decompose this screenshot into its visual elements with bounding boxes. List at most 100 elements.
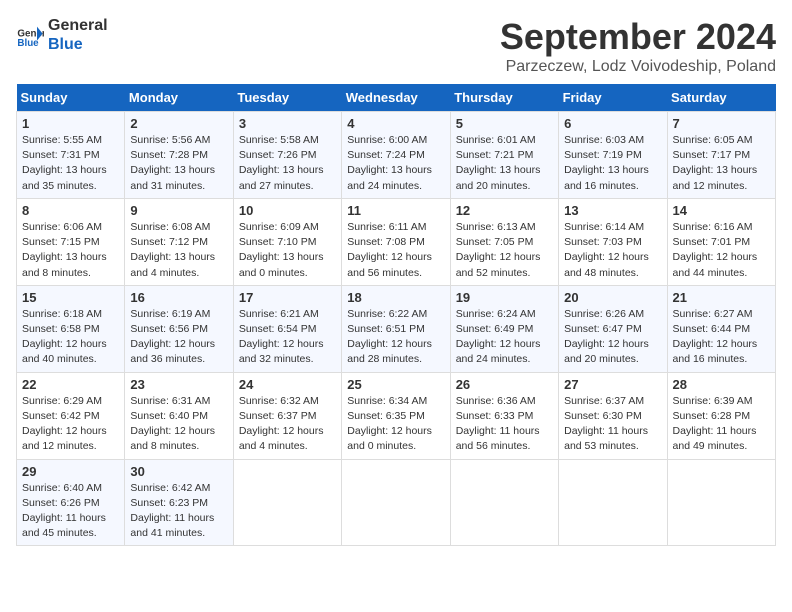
calendar-day-cell: 20 Sunrise: 6:26 AMSunset: 6:47 PMDayligh… [559, 285, 667, 372]
weekday-header-saturday: Saturday [667, 84, 775, 112]
day-info: Sunrise: 6:32 AMSunset: 6:37 PMDaylight:… [239, 394, 336, 455]
calendar-day-cell: 4 Sunrise: 6:00 AMSunset: 7:24 PMDaylight… [342, 112, 450, 199]
day-number: 12 [456, 203, 553, 218]
month-title: September 2024 [500, 16, 776, 58]
calendar-day-cell: 24 Sunrise: 6:32 AMSunset: 6:37 PMDayligh… [233, 372, 341, 459]
day-number: 24 [239, 377, 336, 392]
day-info: Sunrise: 6:18 AMSunset: 6:58 PMDaylight:… [22, 307, 119, 368]
day-number: 25 [347, 377, 444, 392]
calendar-day-cell: 27 Sunrise: 6:37 AMSunset: 6:30 PMDayligh… [559, 372, 667, 459]
calendar-day-cell: 25 Sunrise: 6:34 AMSunset: 6:35 PMDayligh… [342, 372, 450, 459]
day-info: Sunrise: 6:37 AMSunset: 6:30 PMDaylight:… [564, 394, 661, 455]
calendar-day-cell: 5 Sunrise: 6:01 AMSunset: 7:21 PMDaylight… [450, 112, 558, 199]
calendar-day-cell: 2Sunrise: 5:56 AMSunset: 7:28 PMDaylight… [125, 112, 233, 199]
calendar-day-cell: 6 Sunrise: 6:03 AMSunset: 7:19 PMDaylight… [559, 112, 667, 199]
day-number: 4 [347, 116, 444, 131]
day-number: 17 [239, 290, 336, 305]
day-number: 14 [673, 203, 770, 218]
calendar-week-row: 15 Sunrise: 6:18 AMSunset: 6:58 PMDayligh… [17, 285, 776, 372]
weekday-header-row: SundayMondayTuesdayWednesdayThursdayFrid… [17, 84, 776, 112]
day-info: Sunrise: 6:09 AMSunset: 7:10 PMDaylight:… [239, 220, 336, 281]
weekday-header-sunday: Sunday [17, 84, 125, 112]
logo-general: General [48, 16, 108, 35]
calendar-day-cell: 21Sunrise: 6:27 AMSunset: 6:44 PMDayligh… [667, 285, 775, 372]
calendar-day-cell: 22 Sunrise: 6:29 AMSunset: 6:42 PMDayligh… [17, 372, 125, 459]
day-info: Sunrise: 6:39 AMSunset: 6:28 PMDaylight:… [673, 394, 770, 455]
day-info: Sunrise: 6:21 AMSunset: 6:54 PMDaylight:… [239, 307, 336, 368]
day-number: 10 [239, 203, 336, 218]
day-number: 16 [130, 290, 227, 305]
day-info: Sunrise: 6:05 AMSunset: 7:17 PMDaylight:… [673, 133, 770, 194]
calendar-day-cell: 16 Sunrise: 6:19 AMSunset: 6:56 PMDayligh… [125, 285, 233, 372]
calendar-week-row: 1Sunrise: 5:55 AMSunset: 7:31 PMDaylight… [17, 112, 776, 199]
day-number: 6 [564, 116, 661, 131]
day-info: Sunrise: 6:40 AMSunset: 6:26 PMDaylight:… [22, 481, 119, 542]
day-info: Sunrise: 6:14 AMSunset: 7:03 PMDaylight:… [564, 220, 661, 281]
day-info: Sunrise: 6:01 AMSunset: 7:21 PMDaylight:… [456, 133, 553, 194]
day-info: Sunrise: 6:11 AMSunset: 7:08 PMDaylight:… [347, 220, 444, 281]
calendar-day-cell: 3 Sunrise: 5:58 AMSunset: 7:26 PMDaylight… [233, 112, 341, 199]
header: General Blue General Blue September 2024… [16, 16, 776, 76]
day-number: 26 [456, 377, 553, 392]
day-number: 18 [347, 290, 444, 305]
calendar-day-cell: 28 Sunrise: 6:39 AMSunset: 6:28 PMDayligh… [667, 372, 775, 459]
calendar-day-cell: 10 Sunrise: 6:09 AMSunset: 7:10 PMDayligh… [233, 198, 341, 285]
calendar-day-cell: 12 Sunrise: 6:13 AMSunset: 7:05 PMDayligh… [450, 198, 558, 285]
svg-text:Blue: Blue [17, 38, 39, 49]
day-info: Sunrise: 6:00 AMSunset: 7:24 PMDaylight:… [347, 133, 444, 194]
calendar-day-cell: 26 Sunrise: 6:36 AMSunset: 6:33 PMDayligh… [450, 372, 558, 459]
empty-cell [233, 459, 341, 546]
calendar-day-cell: 18 Sunrise: 6:22 AMSunset: 6:51 PMDayligh… [342, 285, 450, 372]
day-number: 5 [456, 116, 553, 131]
day-number: 15 [22, 290, 119, 305]
day-number: 1 [22, 116, 119, 131]
day-number: 13 [564, 203, 661, 218]
day-info: Sunrise: 6:42 AMSunset: 6:23 PMDaylight:… [130, 481, 227, 542]
day-info: Sunrise: 5:56 AMSunset: 7:28 PMDaylight:… [130, 133, 227, 194]
calendar-week-row: 29 Sunrise: 6:40 AMSunset: 6:26 PMDayligh… [17, 459, 776, 546]
calendar-day-cell: 30Sunrise: 6:42 AMSunset: 6:23 PMDayligh… [125, 459, 233, 546]
day-number: 28 [673, 377, 770, 392]
day-number: 3 [239, 116, 336, 131]
day-number: 27 [564, 377, 661, 392]
day-info: Sunrise: 6:06 AMSunset: 7:15 PMDaylight:… [22, 220, 119, 281]
calendar-day-cell: 29 Sunrise: 6:40 AMSunset: 6:26 PMDayligh… [17, 459, 125, 546]
day-number: 29 [22, 464, 119, 479]
day-info: Sunrise: 6:13 AMSunset: 7:05 PMDaylight:… [456, 220, 553, 281]
day-number: 11 [347, 203, 444, 218]
day-info: Sunrise: 6:29 AMSunset: 6:42 PMDaylight:… [22, 394, 119, 455]
day-info: Sunrise: 6:16 AMSunset: 7:01 PMDaylight:… [673, 220, 770, 281]
calendar-day-cell: 23Sunrise: 6:31 AMSunset: 6:40 PMDayligh… [125, 372, 233, 459]
location-subtitle: Parzeczew, Lodz Voivodeship, Poland [500, 58, 776, 76]
day-number: 19 [456, 290, 553, 305]
day-info: Sunrise: 6:22 AMSunset: 6:51 PMDaylight:… [347, 307, 444, 368]
logo: General Blue General Blue [16, 16, 108, 54]
logo-blue: Blue [48, 35, 108, 54]
day-number: 9 [130, 203, 227, 218]
day-info: Sunrise: 6:19 AMSunset: 6:56 PMDaylight:… [130, 307, 227, 368]
calendar-day-cell: 19 Sunrise: 6:24 AMSunset: 6:49 PMDayligh… [450, 285, 558, 372]
calendar-day-cell: 14 Sunrise: 6:16 AMSunset: 7:01 PMDayligh… [667, 198, 775, 285]
day-info: Sunrise: 6:27 AMSunset: 6:44 PMDaylight:… [673, 307, 770, 368]
empty-cell [342, 459, 450, 546]
day-info: Sunrise: 6:36 AMSunset: 6:33 PMDaylight:… [456, 394, 553, 455]
calendar-day-cell: 7 Sunrise: 6:05 AMSunset: 7:17 PMDaylight… [667, 112, 775, 199]
day-info: Sunrise: 6:26 AMSunset: 6:47 PMDaylight:… [564, 307, 661, 368]
empty-cell [559, 459, 667, 546]
calendar-day-cell: 17 Sunrise: 6:21 AMSunset: 6:54 PMDayligh… [233, 285, 341, 372]
day-info: Sunrise: 6:03 AMSunset: 7:19 PMDaylight:… [564, 133, 661, 194]
day-info: Sunrise: 5:58 AMSunset: 7:26 PMDaylight:… [239, 133, 336, 194]
day-info: Sunrise: 6:24 AMSunset: 6:49 PMDaylight:… [456, 307, 553, 368]
weekday-header-tuesday: Tuesday [233, 84, 341, 112]
calendar-week-row: 22 Sunrise: 6:29 AMSunset: 6:42 PMDayligh… [17, 372, 776, 459]
weekday-header-monday: Monday [125, 84, 233, 112]
day-number: 7 [673, 116, 770, 131]
day-info: Sunrise: 6:34 AMSunset: 6:35 PMDaylight:… [347, 394, 444, 455]
calendar-day-cell: 1Sunrise: 5:55 AMSunset: 7:31 PMDaylight… [17, 112, 125, 199]
day-number: 8 [22, 203, 119, 218]
day-number: 23 [130, 377, 227, 392]
calendar-day-cell: 11 Sunrise: 6:11 AMSunset: 7:08 PMDayligh… [342, 198, 450, 285]
day-number: 20 [564, 290, 661, 305]
logo-icon: General Blue [16, 21, 44, 49]
day-number: 22 [22, 377, 119, 392]
